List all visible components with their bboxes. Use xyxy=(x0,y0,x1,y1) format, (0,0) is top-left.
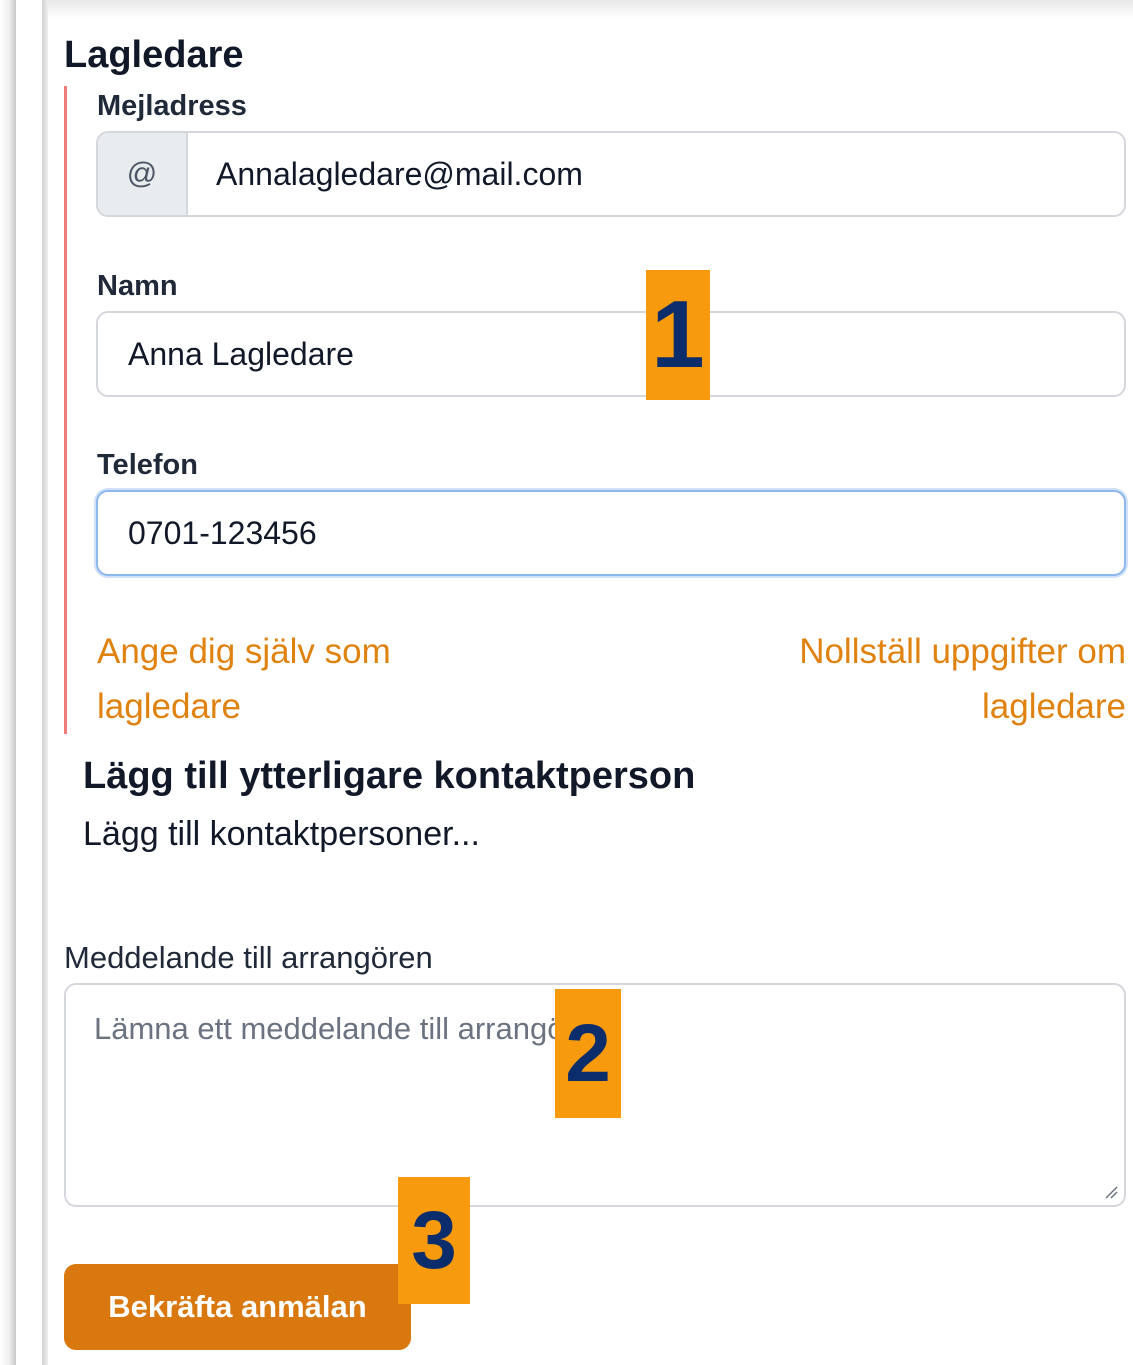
set-self-as-leader-link[interactable]: Ange dig själv som lagledare xyxy=(97,624,391,734)
callout-marker-3: 3 xyxy=(398,1177,470,1304)
at-sign-icon: @ xyxy=(98,133,188,215)
section-accent-bar xyxy=(64,86,67,734)
phone-input[interactable]: 0701-123456 xyxy=(96,490,1126,576)
set-self-link-line2: lagledare xyxy=(97,687,241,726)
callout-marker-1: 1 xyxy=(646,270,710,400)
email-label: Mejladress xyxy=(97,90,247,122)
left-panel-divider xyxy=(42,0,48,1365)
name-label: Namn xyxy=(97,270,178,302)
left-panel-edge xyxy=(0,0,16,1365)
reset-link-line2: lagledare xyxy=(982,687,1126,726)
add-contacts-link[interactable]: Lägg till kontaktpersoner... xyxy=(83,815,480,854)
callout-marker-2: 2 xyxy=(555,989,621,1118)
email-input[interactable]: Annalagledare@mail.com xyxy=(188,133,1124,215)
resize-handle-icon[interactable] xyxy=(1104,1185,1118,1199)
reset-link-line1: Nollställ uppgifter om xyxy=(799,632,1126,671)
top-shadow xyxy=(48,0,1133,18)
phone-label: Telefon xyxy=(97,449,198,481)
page: Lagledare Mejladress @ Annalagledare@mai… xyxy=(0,0,1133,1365)
message-placeholder: Lämna ett meddelande till arrangören xyxy=(94,1011,610,1046)
message-label: Meddelande till arrangören xyxy=(64,940,433,975)
section-title: Lagledare xyxy=(64,34,244,76)
confirm-registration-button[interactable]: Bekräfta anmälan xyxy=(64,1264,411,1350)
set-self-link-line1: Ange dig själv som xyxy=(97,632,391,671)
reset-leader-link[interactable]: Nollställ uppgifter om lagledare xyxy=(799,624,1126,734)
name-input[interactable]: Anna Lagledare xyxy=(96,311,1126,397)
additional-contact-title: Lägg till ytterligare kontaktperson xyxy=(83,755,696,797)
email-field[interactable]: @ Annalagledare@mail.com xyxy=(96,131,1126,217)
